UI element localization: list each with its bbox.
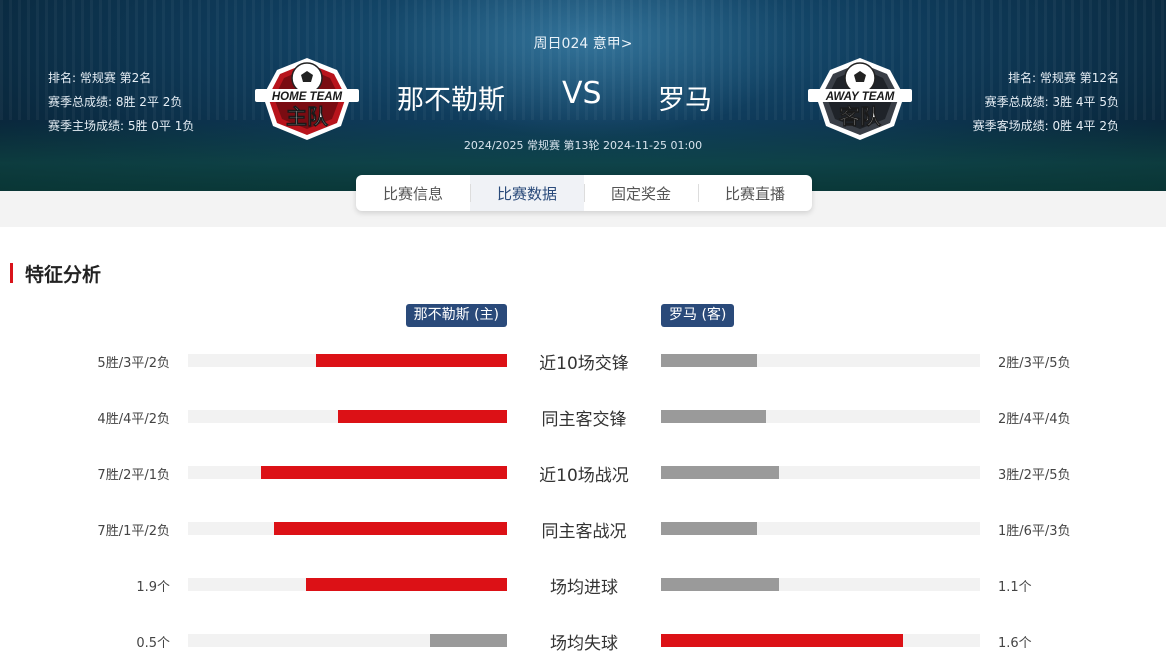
away-feature-bar-track: [661, 578, 980, 591]
home-feature-bar: [261, 466, 507, 479]
away-team-tag: 罗马 (客): [661, 304, 735, 327]
home-team-tag: 那不勒斯 (主): [405, 304, 507, 327]
home-feature-value: 4胜/4平/2负: [97, 412, 170, 427]
home-feature-bar-track: [188, 578, 507, 591]
home-feature-bar: [316, 354, 507, 367]
section-title-text: 特征分析: [25, 263, 102, 286]
section-title: 特征分析: [10, 262, 102, 286]
feature-label: 场均失球: [550, 634, 618, 654]
away-feature-bar: [661, 578, 779, 591]
away-season-record: 赛季总成绩: 3胜 4平 5负: [984, 95, 1119, 109]
away-feature-bar-track: [661, 410, 980, 423]
vs-label: VS: [562, 76, 602, 111]
section-title-accent: [10, 263, 13, 283]
feature-label: 场均进球: [550, 578, 618, 598]
away-feature-bar-track: [661, 354, 980, 367]
feature-label: 近10场战况: [539, 466, 629, 486]
home-season-record: 赛季总成绩: 8胜 2平 2负: [48, 95, 183, 109]
home-feature-bar: [274, 522, 507, 535]
home-feature-bar-track: [188, 634, 507, 647]
away-feature-bar: [661, 410, 766, 423]
feature-row: 0.5个 场均失球 1.6个: [0, 613, 1166, 669]
away-badge-text: AWAY TEAM: [825, 91, 895, 103]
tab-fixed-bonus[interactable]: 固定奖金: [584, 175, 698, 211]
away-feature-bar: [661, 354, 757, 367]
league-link[interactable]: 周日024 意甲>: [0, 33, 1166, 53]
away-rank: 排名: 常规赛 第12名: [1008, 71, 1119, 85]
feature-comparison-list: 5胜/3平/2负 近10场交锋 2胜/3平/5负 4胜/4平/2负 同主客交锋 2胜/4平…: [0, 333, 1166, 669]
feature-row: 1.9个 场均进球 1.1个: [0, 557, 1166, 613]
feature-row: 4胜/4平/2负 同主客交锋 2胜/4平/4负: [0, 389, 1166, 445]
feature-label: 同主客交锋: [541, 410, 627, 430]
home-feature-bar: [306, 578, 507, 591]
away-feature-value: 1.6个: [998, 636, 1032, 651]
stadium-light-glow: [380, 0, 800, 140]
away-team-stats: 排名: 常规赛 第12名 赛季总成绩: 3胜 4平 5负 赛季客场成绩: 0胜 …: [973, 66, 1119, 138]
away-feature-value: 1胜/6平/3负: [998, 524, 1071, 539]
home-feature-value: 1.9个: [136, 580, 170, 595]
home-team-badge-icon: HOME TEAM 主队: [255, 58, 359, 140]
away-venue-record: 赛季客场成绩: 0胜 4平 2负: [972, 119, 1119, 133]
feature-row: 7胜/2平/1负 近10场战况 3胜/2平/5负: [0, 445, 1166, 501]
away-badge-chinese: 客队: [839, 105, 882, 129]
away-feature-bar: [661, 466, 779, 479]
away-feature-bar-track: [661, 522, 980, 535]
away-feature-bar: [661, 634, 903, 647]
home-feature-bar-track: [188, 354, 507, 367]
away-team-name[interactable]: 罗马: [658, 78, 712, 117]
away-team-badge-icon: AWAY TEAM 客队: [808, 58, 912, 140]
feature-row: 7胜/1平/2负 同主客战况 1胜/6平/3负: [0, 501, 1166, 557]
home-feature-bar-track: [188, 522, 507, 535]
home-badge-text: HOME TEAM: [272, 91, 343, 103]
home-feature-bar-track: [188, 410, 507, 423]
home-feature-value: 5胜/3平/2负: [97, 356, 170, 371]
home-feature-bar-track: [188, 466, 507, 479]
away-feature-bar-track: [661, 634, 980, 647]
feature-label: 同主客战况: [541, 522, 627, 542]
away-feature-value: 1.1个: [998, 580, 1032, 595]
match-header-banner: 周日024 意甲> 排名: 常规赛 第2名 赛季总成绩: 8胜 2平 2负 赛季…: [0, 0, 1166, 191]
home-venue-record: 赛季主场成绩: 5胜 0平 1负: [48, 119, 195, 133]
away-feature-bar: [661, 522, 757, 535]
tab-live[interactable]: 比赛直播: [698, 175, 812, 211]
home-rank: 排名: 常规赛 第2名: [48, 71, 152, 85]
home-team-name[interactable]: 那不勒斯: [397, 78, 505, 117]
home-feature-value: 0.5个: [136, 636, 170, 651]
home-feature-bar: [338, 410, 507, 423]
home-feature-value: 7胜/1平/2负: [97, 524, 170, 539]
home-feature-value: 7胜/2平/1负: [97, 468, 170, 483]
tab-match-info[interactable]: 比赛信息: [356, 175, 470, 211]
away-feature-value: 3胜/2平/5负: [998, 468, 1071, 483]
feature-label: 近10场交锋: [539, 354, 629, 374]
home-badge-chinese: 主队: [286, 105, 329, 129]
home-team-stats: 排名: 常规赛 第2名 赛季总成绩: 8胜 2平 2负 赛季主场成绩: 5胜 0…: [48, 66, 194, 138]
tab-match-data[interactable]: 比赛数据: [470, 175, 584, 211]
away-feature-bar-track: [661, 466, 980, 479]
match-meta: 2024/2025 常规赛 第13轮 2024-11-25 01:00: [463, 139, 703, 152]
home-feature-bar: [430, 634, 507, 647]
away-feature-value: 2胜/3平/5负: [998, 356, 1071, 371]
match-tabs: 比赛信息 比赛数据 固定奖金 比赛直播: [356, 175, 812, 211]
feature-row: 5胜/3平/2负 近10场交锋 2胜/3平/5负: [0, 333, 1166, 389]
away-feature-value: 2胜/4平/4负: [998, 412, 1071, 427]
